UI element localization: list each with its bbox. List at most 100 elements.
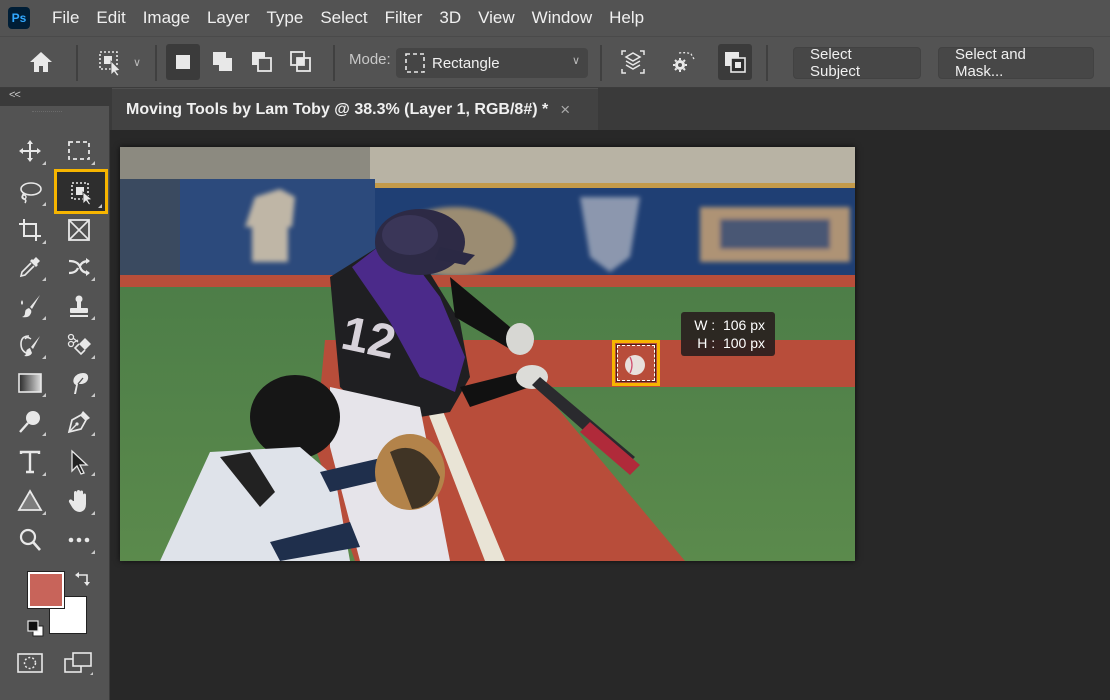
frame-icon [68, 219, 90, 241]
intersect-with-selection-icon [290, 51, 311, 72]
hard-edge-icon [725, 52, 746, 73]
submenu-indicator [91, 472, 95, 476]
home-button[interactable] [24, 44, 58, 80]
menu-file[interactable]: File [52, 8, 79, 28]
object-selection-box[interactable] [612, 340, 660, 386]
menu-select[interactable]: Select [320, 8, 367, 28]
dodge-tool[interactable] [10, 404, 50, 440]
lasso-tool[interactable] [10, 174, 50, 210]
document-tab-bar: Moving Tools by Lam Toby @ 38.3% (Layer … [110, 88, 1110, 130]
submenu-indicator [42, 393, 46, 397]
rectangle-mode-icon [405, 53, 425, 73]
pen-tool[interactable] [59, 404, 99, 440]
hard-edge-button[interactable] [718, 44, 752, 80]
eyedropper-icon [19, 257, 40, 278]
object-selection-tool[interactable] [54, 169, 108, 214]
quick-mask-icon[interactable] [17, 653, 43, 673]
toolbar-header: << [0, 88, 110, 106]
submenu-indicator [42, 432, 46, 436]
smudge-tool[interactable] [59, 365, 99, 401]
close-tab-icon[interactable]: × [560, 100, 570, 120]
crop-tool[interactable] [10, 212, 50, 248]
menu-edit[interactable]: Edit [96, 8, 125, 28]
menu-layer[interactable]: Layer [207, 8, 250, 28]
submenu-indicator [91, 277, 95, 281]
canvas-area[interactable]: 12 W: 106 px H: 100 px [111, 130, 1110, 700]
object-selection-icon [71, 181, 93, 205]
menu-bar: Ps File Edit Image Layer Type Select Fil… [0, 0, 1110, 36]
submenu-indicator [42, 202, 46, 206]
eyedropper-tool[interactable] [10, 249, 50, 285]
menu-filter[interactable]: Filter [385, 8, 423, 28]
object-subtract-button[interactable] [666, 44, 700, 80]
tooltip-height: H : 100 px [697, 335, 765, 351]
edit-toolbar-button[interactable] [59, 522, 99, 558]
panel-grip[interactable] [32, 111, 62, 115]
chevron-down-icon: ∨ [132, 56, 142, 69]
type-tool[interactable] [10, 444, 50, 480]
zoom-tool[interactable] [10, 522, 50, 558]
submenu-indicator [42, 316, 46, 320]
hand-tool[interactable] [59, 483, 99, 519]
crop-icon [19, 219, 41, 241]
shape-tool[interactable] [10, 483, 50, 519]
options-bar: ∨ Mode: Rectangle ∨ Select Subject Selec… [0, 36, 1110, 88]
triangle-shape-icon [17, 489, 43, 511]
submenu-indicator [91, 550, 95, 554]
history-brush-tool[interactable] [10, 327, 50, 363]
menu-image[interactable]: Image [143, 8, 190, 28]
intersect-with-selection-button[interactable] [284, 44, 318, 80]
submenu-indicator [91, 432, 95, 436]
selection-size-tooltip: W : 106 px H : 100 px [681, 312, 775, 356]
select-subject-button[interactable]: Select Subject [793, 46, 921, 80]
screen-mode-icon[interactable] [64, 651, 94, 675]
type-icon [19, 450, 41, 474]
gradient-tool[interactable] [10, 365, 50, 401]
submenu-indicator [98, 204, 102, 208]
menu-view[interactable]: View [478, 8, 515, 28]
zoom-icon [19, 528, 41, 551]
move-tool[interactable] [10, 133, 50, 169]
selection-marquee [616, 344, 656, 382]
mode-dropdown[interactable]: Rectangle ∨ [396, 48, 588, 78]
select-and-mask-button[interactable]: Select and Mask... [938, 46, 1094, 80]
submenu-indicator [91, 355, 95, 359]
new-selection-button[interactable] [166, 44, 200, 80]
tool-preset-picker[interactable]: ∨ [88, 44, 148, 80]
move-icon [19, 140, 41, 162]
submenu-indicator [42, 161, 46, 165]
clone-stamp-tool[interactable] [59, 288, 99, 324]
submenu-indicator [42, 472, 46, 476]
eraser-tool[interactable] [59, 327, 99, 363]
tooltip-width: W : 106 px [694, 317, 765, 333]
default-colors-icon[interactable] [27, 620, 45, 638]
submenu-indicator [42, 355, 46, 359]
menu-type[interactable]: Type [266, 8, 303, 28]
menu-help[interactable]: Help [609, 8, 644, 28]
subtract-from-selection-button[interactable] [245, 44, 279, 80]
new-selection-icon [176, 55, 190, 69]
rectangular-marquee-tool[interactable] [59, 133, 99, 169]
foreground-color-swatch[interactable] [27, 571, 65, 609]
brush-icon [21, 295, 40, 318]
sample-all-layers-icon [621, 50, 645, 74]
more-icon [68, 537, 90, 543]
content-aware-move-tool[interactable] [59, 249, 99, 285]
document-tab[interactable]: Moving Tools by Lam Toby @ 38.3% (Layer … [112, 88, 598, 130]
collapse-toolbar-button[interactable]: << [9, 89, 21, 101]
sample-all-layers-button[interactable] [616, 44, 650, 80]
menu-window[interactable]: Window [532, 8, 592, 28]
history-brush-icon [20, 335, 40, 357]
submenu-indicator [42, 277, 46, 281]
swap-colors-icon[interactable] [74, 570, 92, 588]
dodge-icon [19, 411, 40, 433]
menu-3d[interactable]: 3D [439, 8, 461, 28]
path-selection-tool[interactable] [59, 444, 99, 480]
submenu-indicator [91, 393, 95, 397]
mode-value: Rectangle [432, 54, 500, 72]
brush-tool[interactable] [10, 288, 50, 324]
add-to-selection-button[interactable] [206, 44, 240, 80]
frame-tool[interactable] [59, 212, 99, 248]
content-aware-move-icon [68, 258, 90, 276]
tools-panel [0, 106, 110, 700]
